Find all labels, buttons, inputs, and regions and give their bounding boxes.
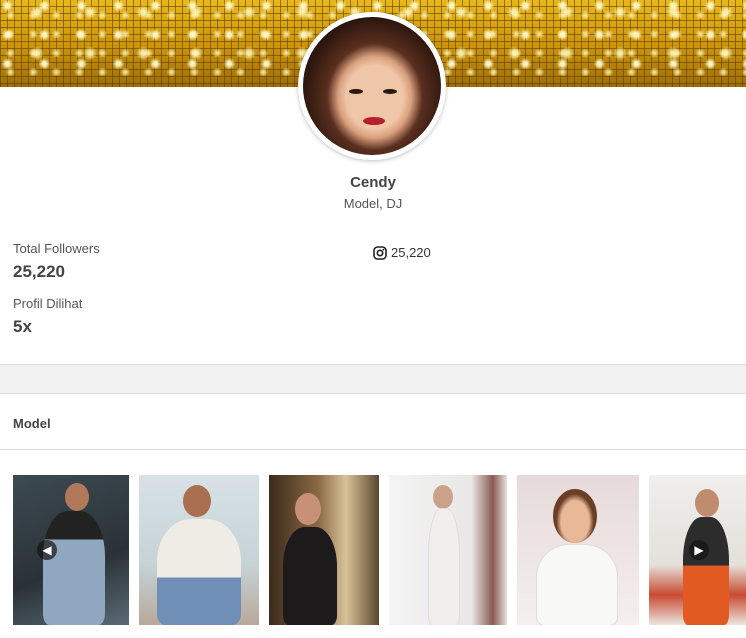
gallery-photo-3[interactable] [269, 475, 379, 625]
views-value: 5x [13, 317, 32, 336]
divider [0, 449, 746, 450]
followers-label: Total Followers [13, 241, 100, 256]
gallery-photo-2[interactable] [139, 475, 259, 625]
avatar[interactable] [298, 12, 446, 160]
section-spacer [0, 365, 746, 393]
views-label: Profil Dilihat [13, 296, 83, 311]
profile-name: Cendy [350, 174, 396, 191]
gallery-prev-button[interactable]: ◀ [37, 540, 57, 560]
instagram-count: 25,220 [391, 245, 431, 260]
instagram-stat[interactable]: 25,220 [373, 245, 431, 260]
gallery-photo-5[interactable] [517, 475, 639, 625]
section-title: Model [13, 416, 51, 431]
gallery-photo-4[interactable] [389, 475, 507, 625]
instagram-icon [373, 245, 387, 260]
avatar-photo [303, 17, 441, 155]
arrow-left-icon: ◀ [42, 543, 52, 557]
followers-value: 25,220 [13, 262, 65, 281]
profile-role: Model, DJ [343, 196, 403, 211]
gallery-next-button[interactable]: ▶ [689, 540, 709, 560]
arrow-right-icon: ▶ [694, 543, 704, 557]
divider [0, 393, 746, 394]
gallery-photo-1[interactable] [13, 475, 129, 625]
